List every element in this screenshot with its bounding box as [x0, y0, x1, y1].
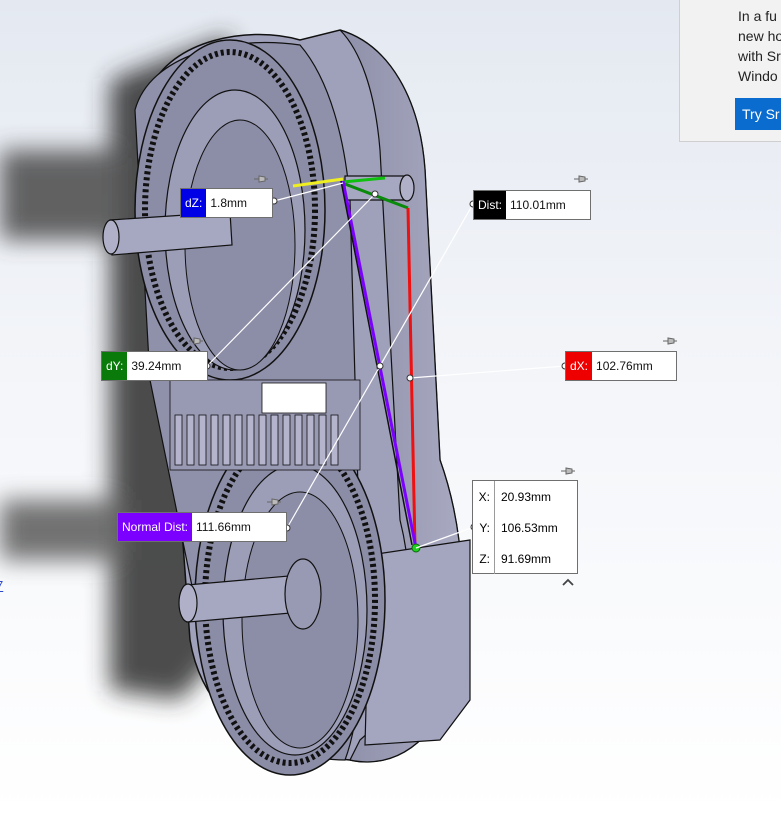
dist-label: Dist:	[474, 191, 506, 219]
dz-value: 1.8mm	[210, 196, 248, 210]
gear-tooth	[222, 414, 231, 466]
side-link[interactable]: 7	[0, 578, 3, 593]
gear-tooth	[186, 414, 195, 466]
dx-label: dX:	[566, 352, 593, 380]
pin-icon[interactable]	[188, 336, 204, 346]
x-label: X:	[473, 481, 495, 512]
z-value: 91.69mm	[501, 551, 552, 566]
y-value: 106.53mm	[501, 520, 558, 535]
dx-measurement[interactable]: dX: 102.76mm	[565, 351, 677, 381]
dx-value: 102.76mm	[596, 359, 653, 373]
gear-tooth	[318, 414, 327, 466]
coordinates-panel[interactable]: X: 20.93mm Y: 106.53mm Z: 91.69mm	[472, 480, 578, 574]
notification-text: In a fu new ho with Sr Windo	[738, 8, 781, 84]
gear-tooth	[234, 414, 243, 466]
gear-tooth	[198, 414, 207, 466]
normal-dist-measurement[interactable]: Normal Dist: 111.66mm	[117, 512, 287, 542]
pin-icon[interactable]	[662, 336, 678, 346]
x-value: 20.93mm	[501, 489, 552, 504]
dist-measurement[interactable]: Dist: 110.01mm	[473, 190, 591, 220]
dz-label: dZ:	[181, 189, 207, 217]
dz-measurement[interactable]: dZ: 1.8mm	[180, 188, 273, 218]
x-coordinate-row: X: 20.93mm	[473, 481, 577, 512]
belt-drive-3d-model[interactable]: (function(){ var g = document.querySelec…	[0, 0, 781, 815]
dy-measurement[interactable]: dY: 39.24mm	[101, 351, 208, 381]
gear-tooth	[282, 414, 291, 466]
z-coordinate-row: Z: 91.69mm	[473, 543, 577, 574]
z-label: Z:	[473, 543, 495, 574]
gear-teeth	[169, 379, 361, 471]
pin-icon[interactable]	[573, 174, 589, 184]
dy-value: 39.24mm	[131, 359, 182, 373]
gear-tooth	[294, 414, 303, 466]
pin-icon[interactable]	[253, 174, 269, 184]
try-button[interactable]: Try Sr	[735, 98, 781, 130]
gear-tooth	[210, 414, 219, 466]
gear-tooth	[270, 414, 279, 466]
pin-icon[interactable]	[266, 497, 282, 507]
gear-tooth	[246, 414, 255, 466]
gear-tooth	[306, 414, 315, 466]
cad-viewport[interactable]: (function(){ var g = document.querySelec…	[0, 0, 781, 815]
y-label: Y:	[473, 512, 495, 543]
pin-icon[interactable]	[560, 466, 576, 476]
normal-dist-label: Normal Dist:	[118, 513, 193, 541]
gear-tooth	[174, 414, 183, 466]
normal-dist-value: 111.66mm	[196, 520, 251, 534]
gear-tooth	[258, 414, 267, 466]
chevron-up-icon[interactable]	[561, 577, 575, 587]
dy-label: dY:	[102, 352, 128, 380]
y-coordinate-row: Y: 106.53mm	[473, 512, 577, 543]
dist-value: 110.01mm	[510, 198, 566, 212]
